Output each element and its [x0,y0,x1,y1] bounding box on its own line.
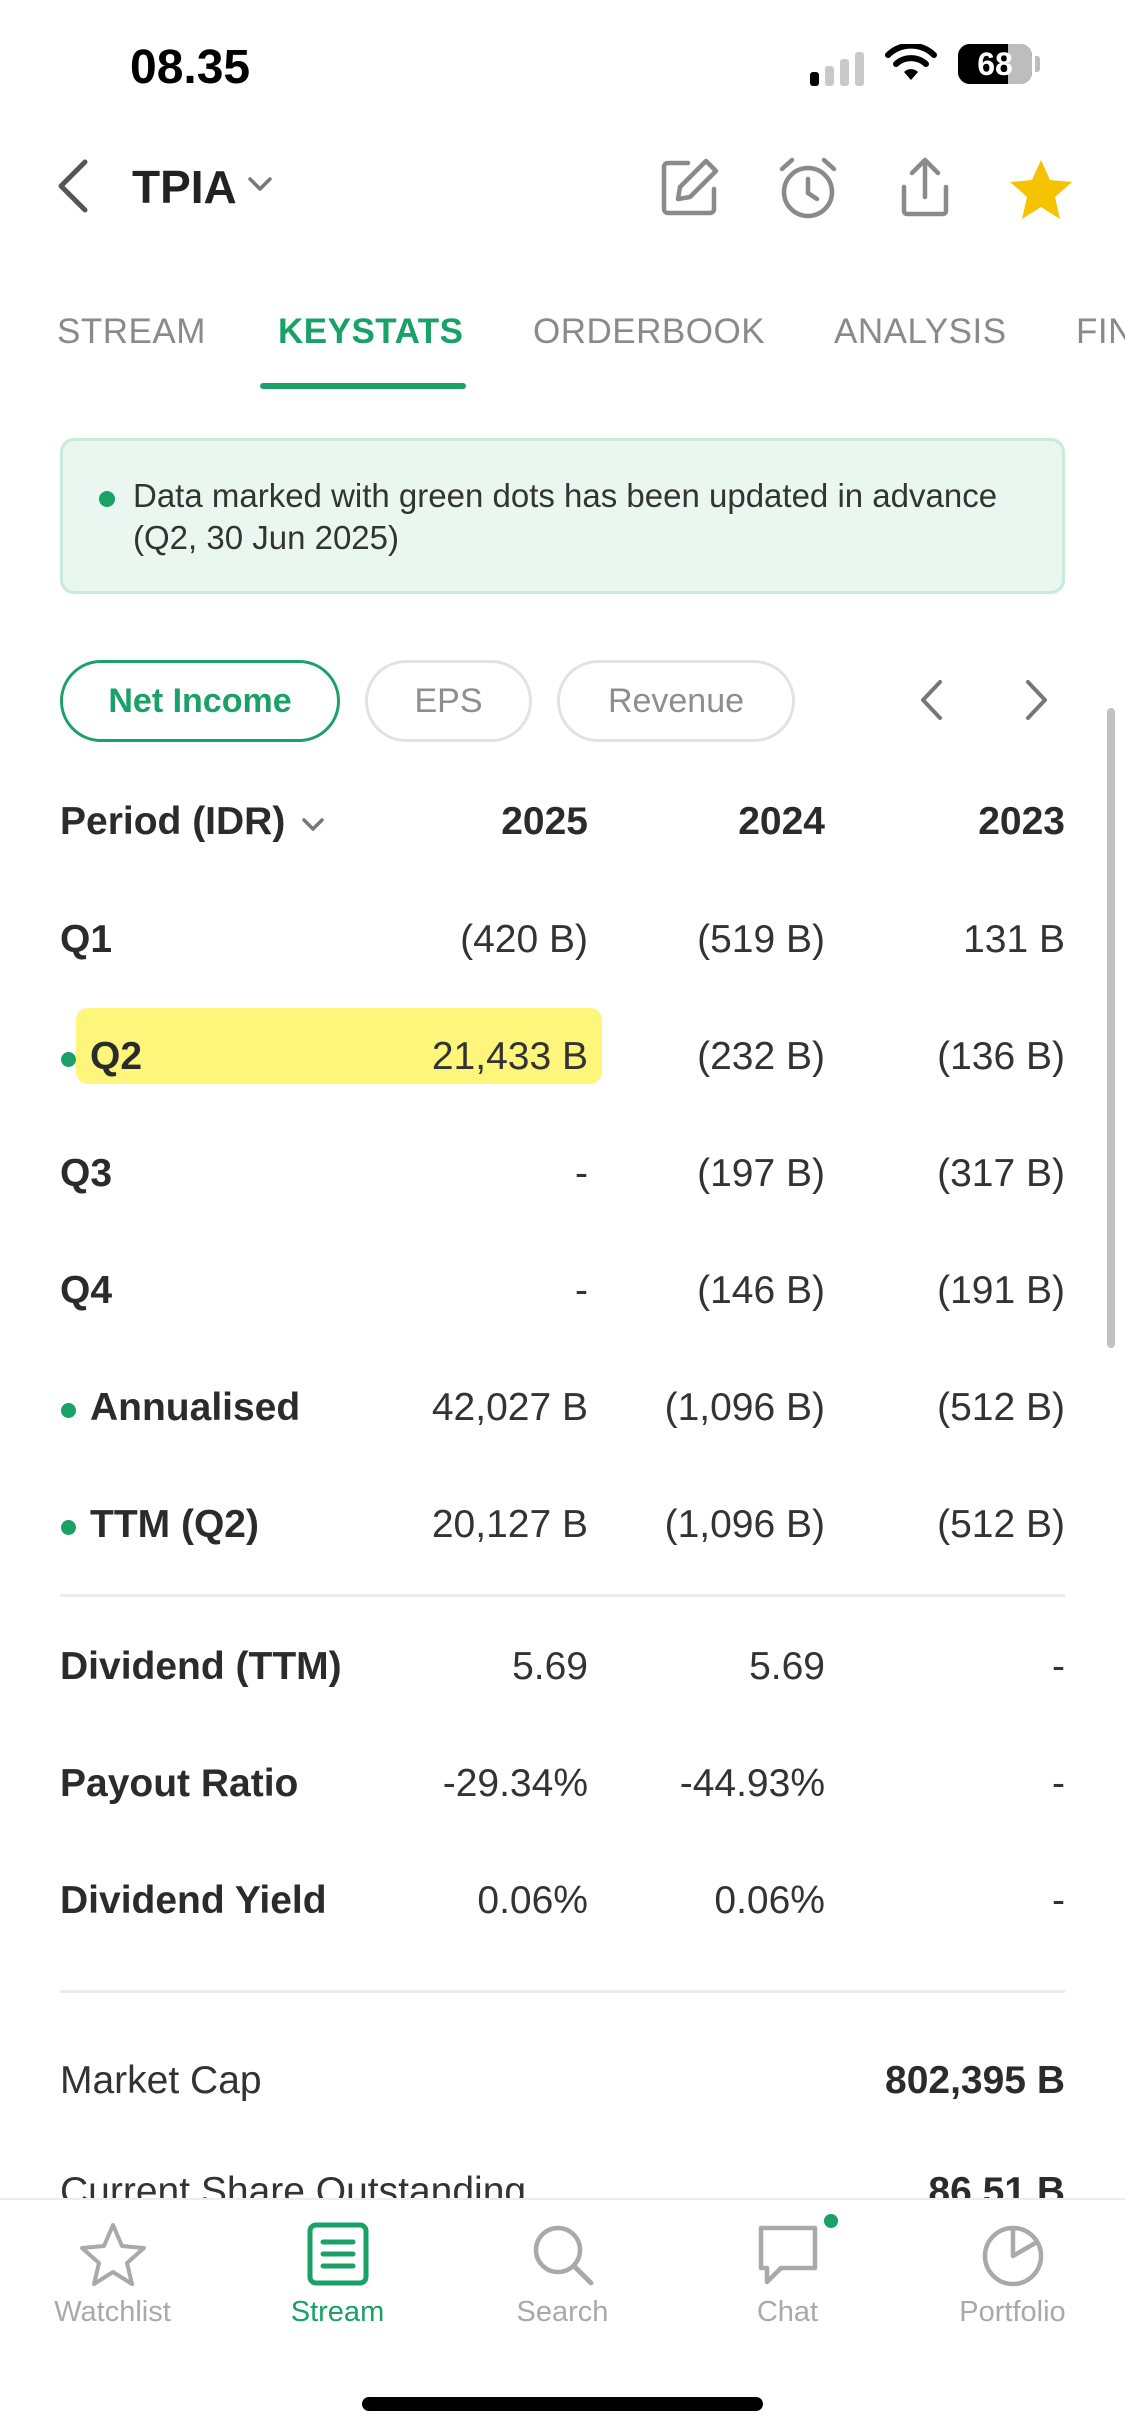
edit-icon[interactable] [658,155,722,219]
table-cell: 5.69 [512,1645,588,1688]
row-label: Q2 [90,1035,143,1078]
table-cell: (519 B) [697,918,825,961]
nav-label: Stream [290,2296,385,2328]
nav-label: Chat [756,2296,819,2328]
nav-portfolio[interactable]: Portfolio [900,2220,1125,2329]
table-cell: (191 B) [937,1269,1065,1312]
unread-indicator [824,2214,838,2228]
table-cell: (232 B) [697,1035,825,1078]
market-cap-label: Market Cap [60,2059,262,2102]
year-header: 2025 [501,800,588,843]
stock-ticker[interactable]: TPIA [132,160,237,214]
back-arrow-icon[interactable] [55,158,91,214]
nav-watchlist[interactable]: Watchlist [0,2220,225,2329]
table-cell: (1,096 B) [664,1503,825,1546]
table-cell: 0.06% [477,1879,588,1922]
row-label: Dividend Yield [60,1879,327,1922]
row-label: Dividend (TTM) [60,1645,342,1688]
tab-stream[interactable]: STREAM [57,312,206,352]
chip-net-income[interactable]: Net Income [60,660,340,742]
scrollbar[interactable] [1107,708,1115,1348]
nav-label: Watchlist [54,2296,171,2328]
green-dot-icon [61,1520,76,1535]
wifi-icon [885,44,937,80]
active-tab-indicator [260,383,466,389]
notice-text: Data marked with green dots has been upd… [133,477,998,556]
year-header: 2023 [978,800,1065,843]
green-dot-icon [61,1052,76,1067]
tab-analysis[interactable]: ANALYSIS [834,312,1007,352]
table-cell: - [575,1152,588,1195]
table-cell: -44.93% [679,1762,825,1805]
divider [60,1594,1065,1597]
chevron-down-icon[interactable] [248,176,272,192]
table-cell: 131 B [963,918,1065,961]
chat-icon [758,2225,817,2285]
divider [60,1990,1065,1993]
alarm-icon[interactable] [776,155,840,221]
green-dot-icon [99,491,115,507]
table-cell: (197 B) [697,1152,825,1195]
market-cap-value: 802,395 B [885,2059,1065,2102]
table-cell: (146 B) [697,1269,825,1312]
tab-financials[interactable]: FIN [1076,312,1125,352]
table-cell: (512 B) [937,1386,1065,1429]
table-cell: 20,127 B [431,1503,588,1546]
tab-keystats[interactable]: KEYSTATS [278,312,464,352]
table-cell: 21,433 B [431,1035,588,1078]
chevron-left-icon[interactable] [918,678,944,722]
row-label: Q3 [60,1152,113,1195]
table-cell: - [1052,1762,1065,1805]
update-notice: Data marked with green dots has been upd… [60,438,1065,594]
row-label: Payout Ratio [60,1762,299,1805]
star-outline-icon [79,2223,146,2286]
search-icon [533,2225,593,2286]
row-label: Annualised [90,1386,301,1429]
cellular-signal-icon [810,52,864,86]
table-cell: - [1052,1879,1065,1922]
chip-eps[interactable]: EPS [365,660,532,742]
row-label: Q1 [60,918,113,961]
share-icon[interactable] [898,155,952,219]
table-cell: - [575,1269,588,1312]
nav-chat[interactable]: Chat [675,2220,900,2329]
table-cell: 0.06% [714,1879,825,1922]
table-cell: - [1052,1645,1065,1688]
row-label: Q4 [60,1269,113,1312]
tab-bar: STREAM KEYSTATS ORDERBOOK ANALYSIS FIN [0,300,1125,390]
year-header: 2024 [738,800,825,843]
table-cell: 5.69 [749,1645,825,1688]
table-cell: -29.34% [442,1762,588,1805]
row-label: TTM (Q2) [90,1503,259,1546]
pie-chart-icon [982,2225,1043,2287]
table-cell: (136 B) [937,1035,1065,1078]
battery-icon: 68 [958,44,1032,84]
chip-revenue[interactable]: Revenue [557,660,795,742]
stream-icon [307,2222,368,2286]
chevron-right-icon[interactable] [1024,678,1050,722]
star-filled-icon[interactable] [1008,158,1074,220]
nav-stream[interactable]: Stream [225,2220,450,2329]
nav-search[interactable]: Search [450,2220,675,2329]
nav-label: Search [516,2296,609,2328]
green-dot-icon [61,1403,76,1418]
period-selector[interactable]: Period (IDR) [60,800,285,844]
table-cell: 42,027 B [431,1386,588,1429]
tab-orderbook[interactable]: ORDERBOOK [533,312,765,352]
status-time: 08.35 [130,41,251,94]
home-indicator[interactable] [362,2397,763,2411]
table-cell: (420 B) [460,918,588,961]
table-cell: (1,096 B) [664,1386,825,1429]
table-cell: (317 B) [937,1152,1065,1195]
chevron-down-icon[interactable] [302,818,324,832]
nav-label: Portfolio [959,2296,1066,2328]
battery-level: 68 [977,46,1013,82]
table-cell: (512 B) [937,1503,1065,1546]
